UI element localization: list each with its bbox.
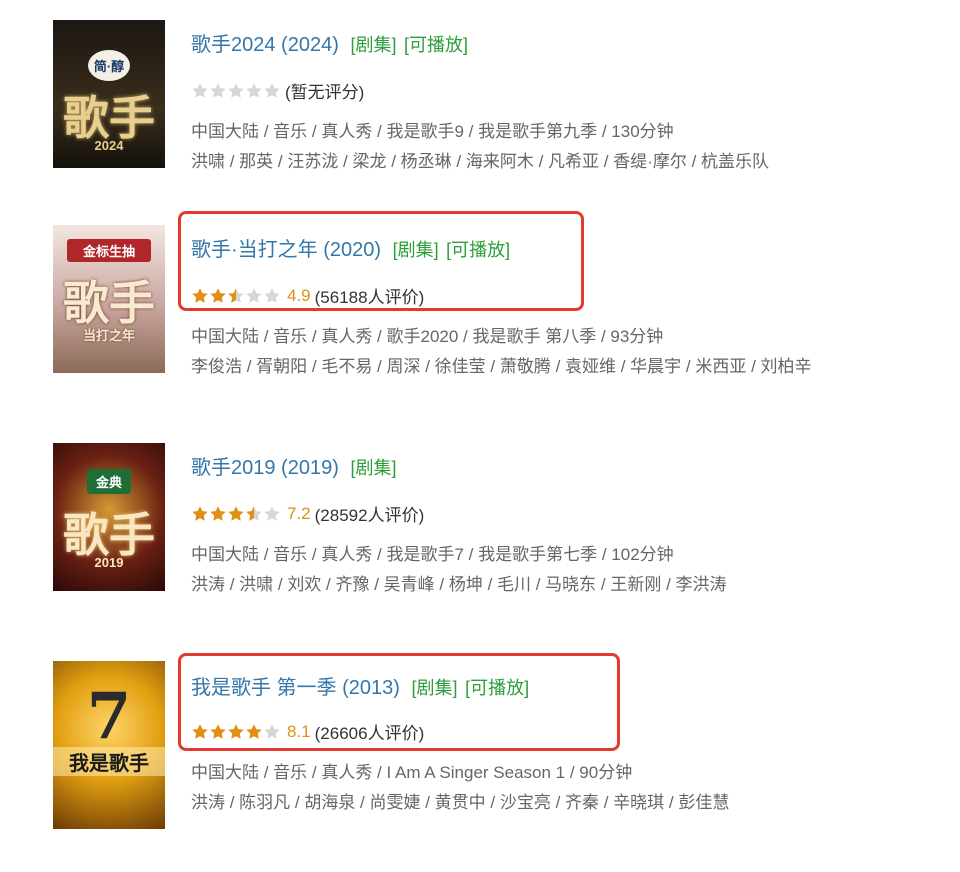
- result-item: 金典 歌手 2019 歌手2019 (2019) [剧集] 7.2 (28592…: [0, 423, 960, 603]
- star-empty-icon: [245, 82, 263, 99]
- star-full-icon: [209, 723, 227, 740]
- result-item: 7 我是歌手 我是歌手 第一季 (2013) [剧集] [可播放] 8.1 (2…: [0, 643, 960, 829]
- star-full-icon: [227, 505, 245, 522]
- cast-list: 洪涛 / 洪啸 / 刘欢 / 齐豫 / 吴青峰 / 杨坤 / 毛川 / 马晓东 …: [191, 575, 727, 594]
- rating-count: (28592人评价): [314, 506, 425, 525]
- star-rating: [191, 505, 281, 522]
- tag-series[interactable]: [剧集]: [393, 240, 439, 260]
- rating-line: 7.2 (28592人评价): [191, 501, 424, 526]
- cast-list: 洪涛 / 陈羽凡 / 胡海泉 / 尚雯婕 / 黄贯中 / 沙宝亮 / 齐秦 / …: [191, 793, 730, 812]
- rating-count: (26606人评价): [314, 724, 425, 743]
- star-full-icon: [227, 723, 245, 740]
- star-empty-icon: [263, 505, 281, 522]
- meta-info: 中国大陆 / 音乐 / 真人秀 / 我是歌手7 / 我是歌手第七季 / 102分…: [191, 545, 674, 564]
- poster-image[interactable]: 金典 歌手 2019: [53, 443, 165, 591]
- rating-count: (暂无评分): [285, 83, 365, 102]
- tag-playable[interactable]: [可播放]: [404, 35, 468, 55]
- title-link[interactable]: 我是歌手 第一季 (2013): [191, 677, 400, 699]
- poster-image[interactable]: 金标生抽 歌手 当打之年: [53, 225, 165, 373]
- meta-info: 中国大陆 / 音乐 / 真人秀 / 歌手2020 / 我是歌手 第八季 / 93…: [191, 327, 664, 346]
- title-line: 我是歌手 第一季 (2013) [剧集] [可播放]: [191, 671, 529, 700]
- tag-series[interactable]: [剧集]: [412, 678, 458, 698]
- poster-image[interactable]: 7 我是歌手: [53, 661, 165, 829]
- tag-series[interactable]: [剧集]: [350, 458, 396, 478]
- star-half-icon: [227, 287, 245, 304]
- star-full-icon: [245, 723, 263, 740]
- star-rating: [191, 287, 281, 304]
- star-rating: [191, 723, 281, 740]
- rating-line: (暂无评分): [191, 78, 364, 103]
- star-full-icon: [209, 287, 227, 304]
- title-link[interactable]: 歌手2024 (2024): [191, 34, 339, 56]
- rating-line: 8.1 (26606人评价): [191, 719, 424, 744]
- cast-list: 李俊浩 / 胥朝阳 / 毛不易 / 周深 / 徐佳莹 / 萧敬腾 / 袁娅维 /…: [191, 357, 812, 376]
- rating-line: 4.9 (56188人评价): [191, 283, 424, 308]
- star-empty-icon: [227, 82, 245, 99]
- star-empty-icon: [209, 82, 227, 99]
- star-full-icon: [209, 505, 227, 522]
- star-half-icon: [245, 505, 263, 522]
- star-empty-icon: [245, 287, 263, 304]
- result-item: 金标生抽 歌手 当打之年 歌手·当打之年 (2020) [剧集] [可播放] 4…: [0, 205, 960, 385]
- meta-info: 中国大陆 / 音乐 / 真人秀 / 我是歌手9 / 我是歌手第九季 / 130分…: [191, 122, 674, 141]
- tag-series[interactable]: [剧集]: [350, 35, 396, 55]
- star-full-icon: [191, 287, 209, 304]
- title-line: 歌手2024 (2024) [剧集] [可播放]: [191, 28, 468, 57]
- star-empty-icon: [263, 82, 281, 99]
- tag-playable[interactable]: [可播放]: [446, 240, 510, 260]
- star-full-icon: [191, 505, 209, 522]
- star-empty-icon: [191, 82, 209, 99]
- star-empty-icon: [263, 287, 281, 304]
- rating-score: 8.1: [287, 721, 311, 741]
- poster-image[interactable]: 简·醇 歌手 2024: [53, 20, 165, 168]
- star-rating: [191, 82, 281, 99]
- title-link[interactable]: 歌手2019 (2019): [191, 457, 339, 479]
- tag-playable[interactable]: [可播放]: [465, 678, 529, 698]
- title-link[interactable]: 歌手·当打之年 (2020): [191, 239, 381, 261]
- star-full-icon: [191, 723, 209, 740]
- title-line: 歌手·当打之年 (2020) [剧集] [可播放]: [191, 233, 510, 262]
- meta-info: 中国大陆 / 音乐 / 真人秀 / I Am A Singer Season 1…: [191, 763, 633, 782]
- result-item: 简·醇 歌手 2024 歌手2024 (2024) [剧集] [可播放] (暂无…: [0, 0, 960, 180]
- rating-score: 4.9: [287, 285, 311, 305]
- title-line: 歌手2019 (2019) [剧集]: [191, 451, 396, 480]
- rating-score: 7.2: [287, 503, 311, 523]
- star-empty-icon: [263, 723, 281, 740]
- cast-list: 洪啸 / 那英 / 汪苏泷 / 梁龙 / 杨丞琳 / 海来阿木 / 凡希亚 / …: [191, 152, 770, 171]
- rating-count: (56188人评价): [314, 288, 425, 307]
